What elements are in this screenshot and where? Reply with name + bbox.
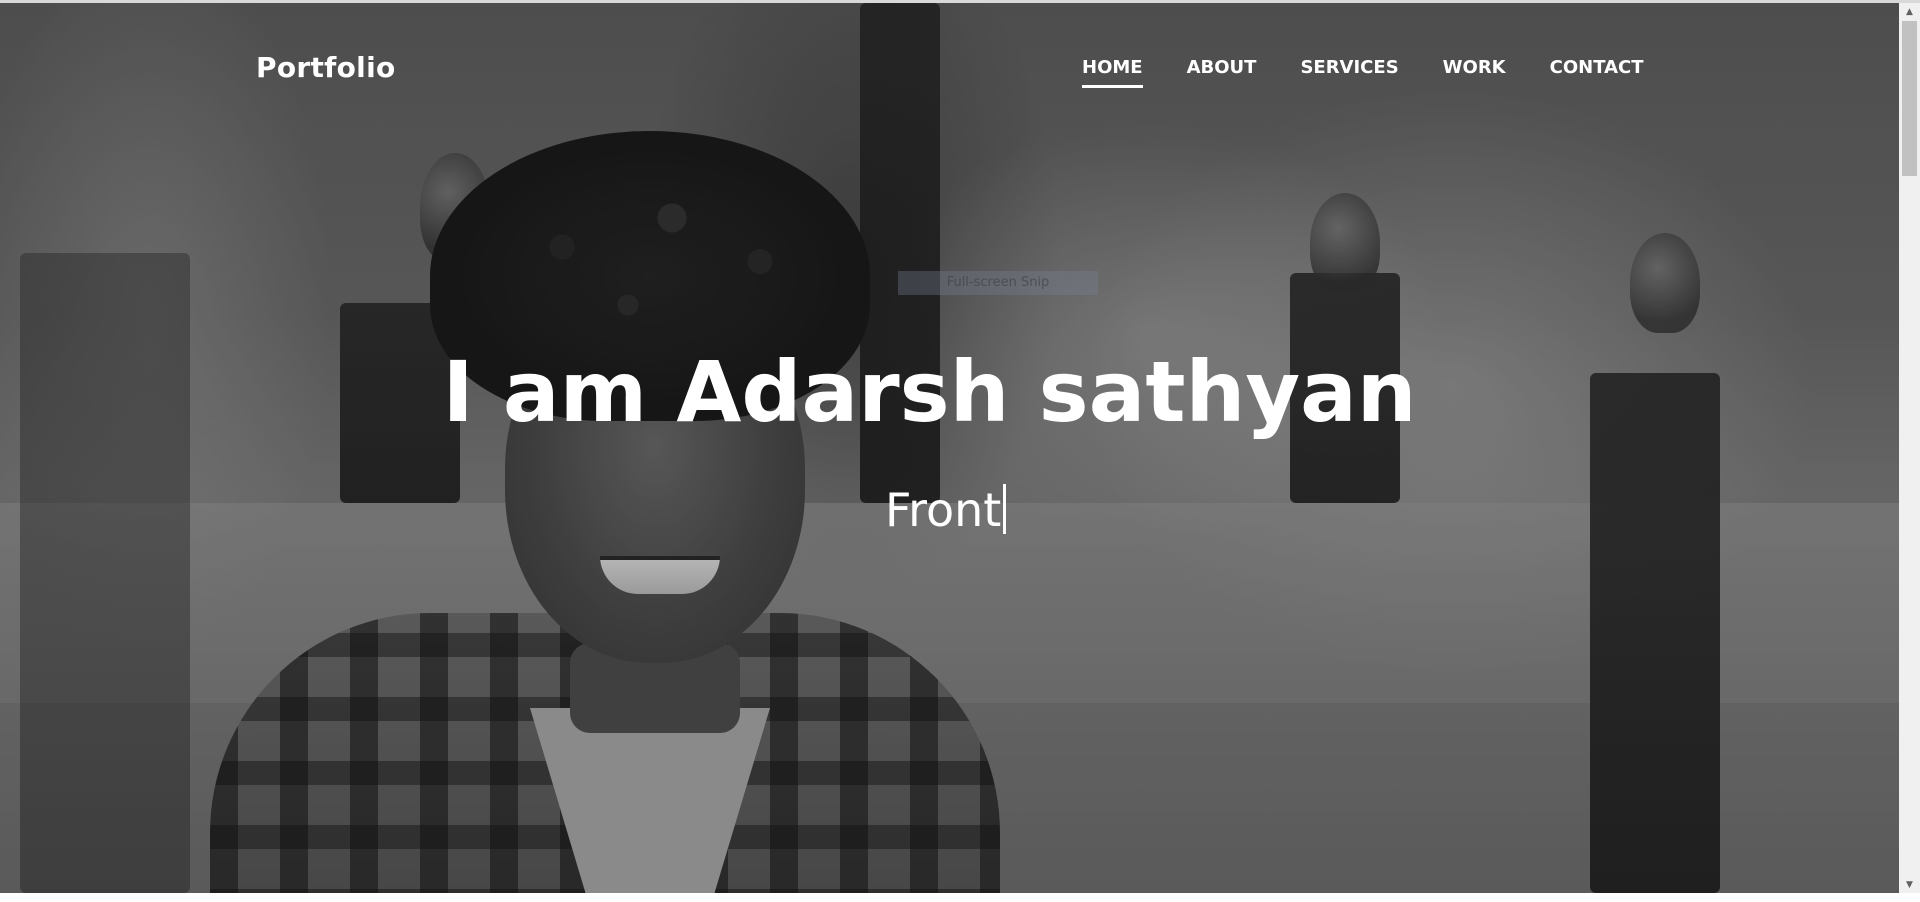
hero-section: Portfolio HOME ABOUT SERVICES WORK CONTA… [0,3,1899,893]
typing-caret [1003,484,1007,534]
nav-item-about[interactable]: ABOUT [1187,57,1257,78]
window-bottom-strip [0,893,1920,902]
chevron-down-icon[interactable]: ▼ [1899,876,1920,893]
chevron-up-icon[interactable]: ▲ [1899,3,1920,20]
nav-item-work[interactable]: WORK [1443,57,1506,78]
scrollbar-thumb[interactable] [1902,21,1917,176]
main-nav: HOME ABOUT SERVICES WORK CONTACT [1082,57,1688,88]
dark-overlay [0,3,1899,893]
typed-text: Front [885,483,1002,537]
nav-item-home[interactable]: HOME [1082,57,1143,88]
snip-tooltip: Full-screen Snip [898,271,1098,295]
hero-title: I am Adarsh sathyan [0,343,1899,441]
hero-typed-subtitle: Front [885,483,1007,537]
vertical-scrollbar[interactable]: ▲ ▼ [1899,3,1920,893]
nav-item-services[interactable]: SERVICES [1300,57,1398,78]
site-logo[interactable]: Portfolio [256,51,396,84]
nav-item-contact[interactable]: CONTACT [1550,57,1644,78]
hero-title-text: I am Adarsh sathyan [442,343,1417,441]
